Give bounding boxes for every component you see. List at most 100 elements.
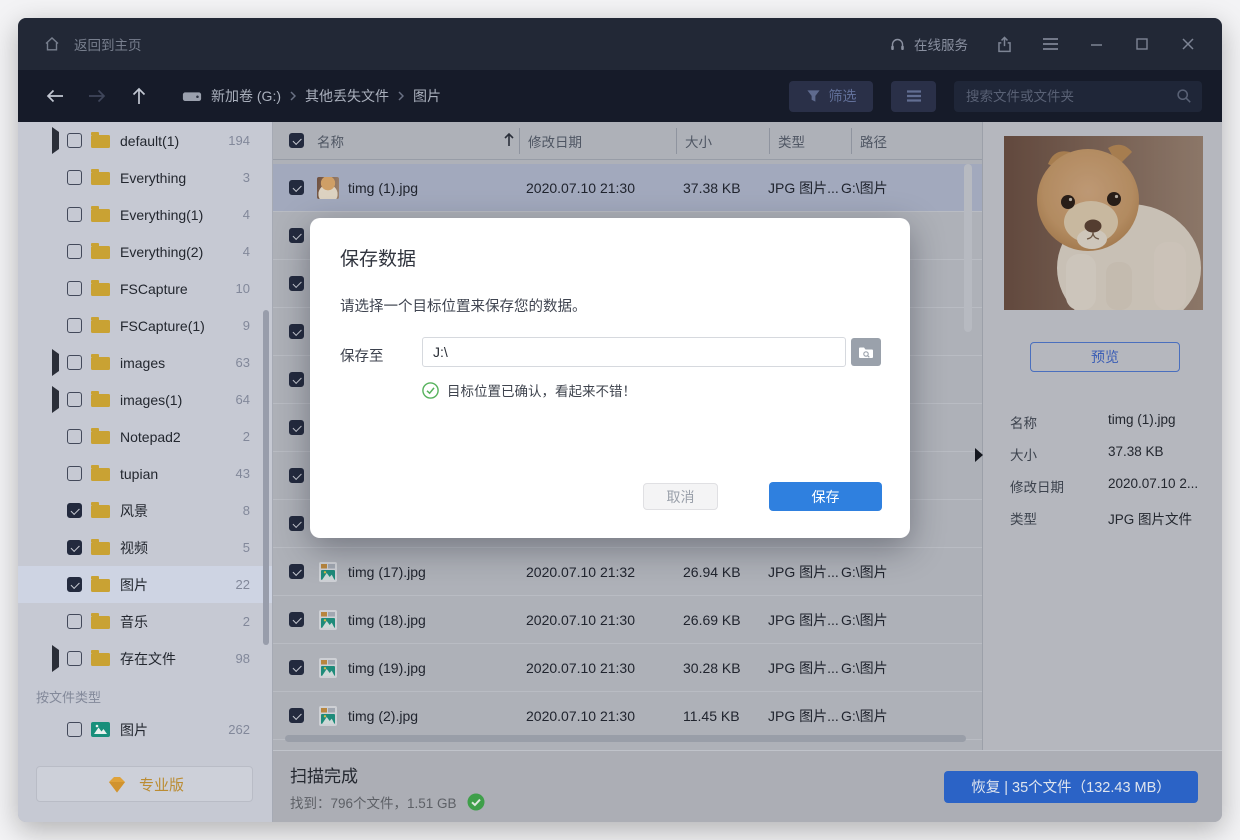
- breadcrumb-item-pictures[interactable]: 图片: [413, 86, 441, 106]
- folder-checkbox[interactable]: [67, 577, 82, 592]
- expand-arrow-icon[interactable]: [52, 132, 67, 150]
- row-checkbox[interactable]: [289, 372, 304, 387]
- sidebar-item[interactable]: images 63: [18, 344, 272, 381]
- sidebar-item[interactable]: 风景 8: [18, 492, 272, 529]
- select-all-checkbox[interactable]: [289, 133, 304, 148]
- folder-checkbox[interactable]: [67, 318, 82, 333]
- expand-arrow-icon[interactable]: [52, 650, 67, 668]
- table-row[interactable]: timg (1).jpg 2020.07.10 21:30 37.38 KB J…: [273, 164, 982, 212]
- row-checkbox[interactable]: [289, 468, 304, 483]
- view-options-button[interactable]: [891, 81, 936, 112]
- destination-path-input[interactable]: [422, 337, 846, 367]
- folder-checkbox[interactable]: [67, 466, 82, 481]
- sidebar-item[interactable]: FSCapture(1) 9: [18, 307, 272, 344]
- sidebar-item[interactable]: tupian 43: [18, 455, 272, 492]
- column-header-name[interactable]: 名称: [317, 131, 503, 151]
- folder-checkbox[interactable]: [67, 503, 82, 518]
- breadcrumb-item-lost-files[interactable]: 其他丢失文件: [305, 86, 389, 106]
- row-checkbox[interactable]: [289, 276, 304, 291]
- maximize-button[interactable]: [1132, 34, 1152, 54]
- row-checkbox[interactable]: [289, 708, 304, 723]
- folder-checkbox[interactable]: [67, 614, 82, 629]
- table-row[interactable]: timg (18).jpg 2020.07.10 21:30 26.69 KB …: [273, 596, 982, 644]
- folder-checkbox[interactable]: [67, 392, 82, 407]
- row-checkbox[interactable]: [289, 612, 304, 627]
- expand-arrow-icon[interactable]: [52, 613, 67, 631]
- expand-arrow-icon[interactable]: [52, 428, 67, 446]
- row-checkbox[interactable]: [289, 180, 304, 195]
- sidebar-item[interactable]: 音乐 2: [18, 603, 272, 640]
- column-header-date[interactable]: 修改日期: [528, 131, 676, 151]
- expand-arrow-icon[interactable]: [52, 206, 67, 224]
- folder-checkbox[interactable]: [67, 207, 82, 222]
- sidebar-item[interactable]: default(1) 194: [18, 122, 272, 159]
- cancel-button[interactable]: 取消: [643, 483, 718, 510]
- folder-checkbox[interactable]: [67, 244, 82, 259]
- expand-arrow-icon[interactable]: [52, 539, 67, 557]
- row-checkbox[interactable]: [289, 228, 304, 243]
- sidebar-item[interactable]: FSCapture 10: [18, 270, 272, 307]
- sidebar-item[interactable]: Everything(2) 4: [18, 233, 272, 270]
- sidebar-item[interactable]: Everything(1) 4: [18, 196, 272, 233]
- search-icon[interactable]: [1176, 88, 1192, 104]
- save-button[interactable]: 保存: [769, 482, 882, 511]
- expand-arrow-icon[interactable]: [52, 243, 67, 261]
- minimize-button[interactable]: [1086, 34, 1106, 54]
- row-checkbox[interactable]: [289, 516, 304, 531]
- table-row[interactable]: timg (17).jpg 2020.07.10 21:32 26.94 KB …: [273, 548, 982, 596]
- expand-arrow-icon[interactable]: [52, 502, 67, 520]
- recover-button[interactable]: 恢复 | 35个文件（132.43 MB）: [944, 771, 1198, 803]
- cell-date: 2020.07.10 21:30: [526, 180, 683, 196]
- close-button[interactable]: [1178, 34, 1198, 54]
- expand-arrow-icon[interactable]: [52, 280, 67, 298]
- column-header-size[interactable]: 大小: [685, 131, 769, 151]
- list-horizontal-scrollbar[interactable]: [285, 735, 966, 742]
- online-service-button[interactable]: 在线服务: [887, 34, 968, 54]
- sidebar-scrollbar[interactable]: [263, 310, 269, 645]
- forward-button[interactable]: [80, 80, 114, 112]
- sidebar-item-type-pictures[interactable]: 图片 262: [18, 711, 272, 748]
- expand-arrow-icon[interactable]: [52, 576, 67, 594]
- expand-arrow-icon[interactable]: [52, 317, 67, 335]
- share-icon[interactable]: [994, 34, 1014, 54]
- preview-button[interactable]: 预览: [1030, 342, 1180, 372]
- sidebar-item[interactable]: Notepad2 2: [18, 418, 272, 455]
- folder-checkbox[interactable]: [67, 429, 82, 444]
- search-input[interactable]: [964, 88, 1176, 105]
- collapse-panel-arrow[interactable]: [975, 448, 983, 462]
- table-row[interactable]: timg (19).jpg 2020.07.10 21:30 30.28 KB …: [273, 644, 982, 692]
- row-checkbox[interactable]: [289, 564, 304, 579]
- menu-icon[interactable]: [1040, 34, 1060, 54]
- folder-checkbox[interactable]: [67, 281, 82, 296]
- pro-version-button[interactable]: 专业版: [36, 766, 253, 802]
- folder-checkbox[interactable]: [67, 540, 82, 555]
- expand-arrow-icon[interactable]: [52, 391, 67, 409]
- filter-button[interactable]: 筛选: [789, 81, 873, 112]
- table-row[interactable]: timg (2).jpg 2020.07.10 21:30 11.45 KB J…: [273, 692, 982, 740]
- sort-ascending-icon[interactable]: [503, 132, 519, 150]
- column-header-type[interactable]: 类型: [778, 131, 851, 151]
- folder-checkbox[interactable]: [67, 133, 82, 148]
- row-checkbox[interactable]: [289, 324, 304, 339]
- column-header-path[interactable]: 路径: [860, 131, 982, 151]
- row-checkbox[interactable]: [289, 420, 304, 435]
- browse-button[interactable]: [851, 338, 881, 366]
- expand-arrow-icon[interactable]: [52, 354, 67, 372]
- folder-checkbox[interactable]: [67, 355, 82, 370]
- home-button[interactable]: 返回到主页: [42, 34, 142, 54]
- folder-checkbox[interactable]: [67, 170, 82, 185]
- breadcrumb-item-volume[interactable]: 新加卷 (G:): [211, 86, 281, 106]
- sidebar-item[interactable]: 图片 22: [18, 566, 272, 603]
- sidebar-item[interactable]: 存在文件 98: [18, 640, 272, 677]
- row-checkbox[interactable]: [289, 660, 304, 675]
- up-button[interactable]: [122, 80, 156, 112]
- sidebar-item[interactable]: 视频 5: [18, 529, 272, 566]
- list-vertical-scrollbar[interactable]: [964, 164, 972, 332]
- expand-arrow-icon[interactable]: [52, 465, 67, 483]
- back-button[interactable]: [38, 80, 72, 112]
- sidebar-item[interactable]: Everything 3: [18, 159, 272, 196]
- expand-arrow-icon[interactable]: [52, 169, 67, 187]
- sidebar-item[interactable]: images(1) 64: [18, 381, 272, 418]
- type-pictures-checkbox[interactable]: [67, 722, 82, 737]
- folder-checkbox[interactable]: [67, 651, 82, 666]
